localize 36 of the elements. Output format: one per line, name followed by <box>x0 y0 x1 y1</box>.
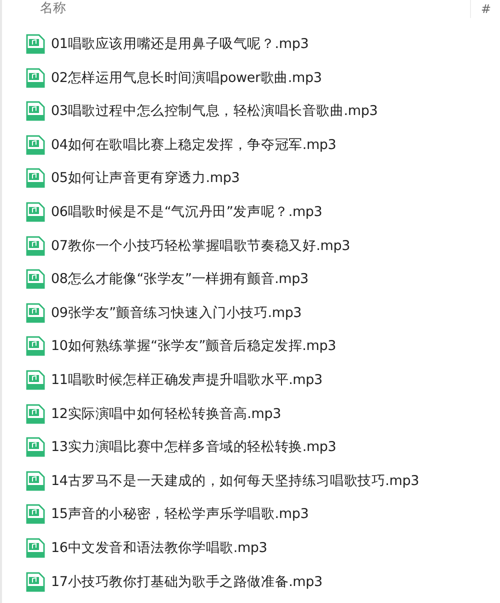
audio-file-icon <box>26 404 45 424</box>
file-name[interactable]: 05如何让声音更有穿透力.mp3 <box>51 169 240 188</box>
file-name[interactable]: 04如何在歌唱比赛上稳定发挥，争夺冠军.mp3 <box>51 136 336 154</box>
audio-file-icon <box>26 504 45 524</box>
audio-file-icon <box>26 202 45 222</box>
file-name[interactable]: 01唱歌应该用嘴还是用鼻子吸气呢？.mp3 <box>51 35 309 53</box>
audio-file-icon <box>26 68 45 88</box>
column-header[interactable]: # <box>470 0 500 18</box>
file-name[interactable]: 02怎样运用气息长时间演唱power歌曲.mp3 <box>51 68 322 87</box>
file-name[interactable]: 08怎么才能像“张学友”一样拥有颤音.mp3 <box>51 270 308 288</box>
file-name[interactable]: 11唱歌时候怎样正确发声提升唱歌水平.mp3 <box>51 370 322 389</box>
audio-file-icon <box>26 168 45 188</box>
file-name[interactable]: 14古罗马不是一天建成的，如何每天坚持练习唱歌技巧.mp3 <box>51 472 419 490</box>
audio-file-icon <box>26 269 45 290</box>
audio-file-icon <box>26 538 45 558</box>
audio-file-icon <box>26 302 45 323</box>
file-name[interactable]: 16中文发音和语法教你学唱歌.mp3 <box>51 538 268 557</box>
file-name[interactable]: 06唱歌时候是不是“气沉丹田”发声呢？.mp3 <box>51 202 322 221</box>
file-name[interactable]: 09张学友”颤音练习快速入门小技巧.mp3 <box>51 304 302 322</box>
audio-file-icon <box>26 101 45 122</box>
file-name[interactable]: 13实力演唱比赛中怎样多音域的轻松转换.mp3 <box>51 438 336 456</box>
file-name[interactable]: 10如何熟练掌握“张学友”颤音后稳定发挥.mp3 <box>51 337 336 356</box>
file-name[interactable]: 07教你一个小技巧轻松掌握唱歌节奏稳又好.mp3 <box>51 236 350 255</box>
file-name[interactable]: 03唱歌过程中怎么控制气息，轻松演唱长音歌曲.mp3 <box>51 102 378 120</box>
audio-file-icon <box>26 470 45 491</box>
audio-file-icon <box>26 134 45 155</box>
file-name[interactable]: 12实际演唱中如何轻松转换音高.mp3 <box>51 404 281 423</box>
column-header[interactable]: 名称 <box>2 0 470 18</box>
audio-file-icon <box>26 336 45 356</box>
audio-file-icon <box>26 437 45 458</box>
audio-file-icon <box>26 370 45 390</box>
audio-file-icon <box>26 236 45 256</box>
file-name[interactable]: 17小技巧教你打基础为歌手之路做准备.mp3 <box>51 572 322 590</box>
audio-file-icon <box>26 34 45 54</box>
file-name[interactable]: 15声音的小秘密，轻松学声乐学唱歌.mp3 <box>51 505 309 524</box>
audio-file-icon <box>26 572 45 592</box>
